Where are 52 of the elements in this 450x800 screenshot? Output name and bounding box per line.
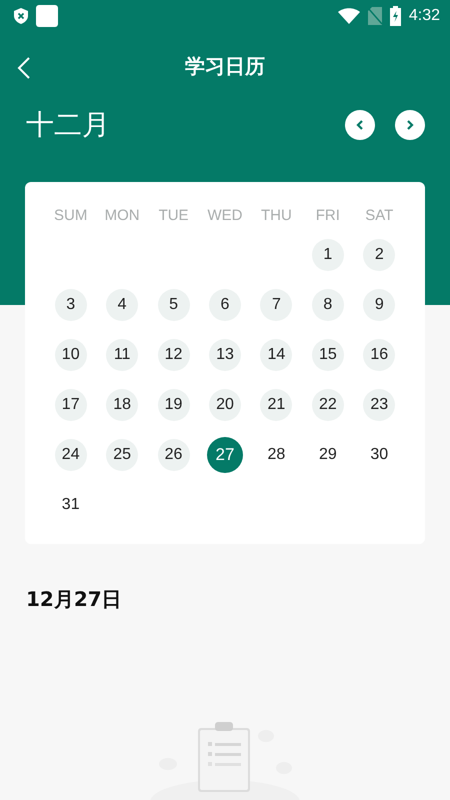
calendar-day[interactable]: 18 [106,389,138,421]
weekday-label: WED [206,206,244,224]
calendar-day[interactable]: 31 [54,489,87,521]
calendar-day[interactable]: 9 [363,289,396,321]
month-label: 十二月 [26,107,111,143]
calendar-day[interactable]: 10 [54,339,87,371]
battery-icon [390,6,401,26]
no-sim-icon [368,7,382,25]
status-time: 4:32 [408,7,440,25]
calendar-day[interactable]: 25 [106,439,138,471]
weekday-label: THU [260,206,293,224]
chevron-left-icon [355,119,365,131]
calendar-day[interactable]: 24 [54,439,87,471]
calendar-day[interactable]: 6 [208,289,241,321]
back-icon [17,56,31,80]
chevron-right-icon [405,119,415,131]
calendar-day[interactable]: 5 [158,289,190,321]
calendar-day[interactable]: 17 [54,389,87,421]
weekday-label: MON [104,206,141,224]
shield-icon [14,8,28,24]
calendar-day[interactable]: 2 [363,239,396,271]
calendar-day[interactable]: 1 [312,239,344,271]
weekday-label: FRI [314,206,341,224]
calendar-day[interactable]: 20 [208,389,241,421]
calendar-day[interactable]: 12 [158,339,190,371]
calendar-day[interactable]: 3 [54,289,87,321]
page-title: 学习日历 [185,52,265,80]
calendar-day[interactable]: 21 [260,389,292,421]
previous-month-button[interactable] [345,110,375,140]
calendar-day[interactable]: 16 [363,339,396,371]
calendar-day[interactable]: 22 [312,389,344,421]
calendar-day[interactable]: 30 [363,439,396,471]
calendar-day[interactable]: 8 [312,289,344,321]
calendar-day[interactable]: 23 [363,389,396,421]
weekday-label: SAT [364,206,394,224]
calendar-day[interactable]: 27 [206,437,243,473]
weekday-label: SUM [53,206,88,224]
calendar-day[interactable]: 28 [260,439,292,471]
selected-date: 12月27日 [26,586,123,613]
square-icon [36,5,58,27]
calendar-day[interactable]: 19 [158,389,190,421]
wifi-icon [338,8,360,24]
calendar-day[interactable]: 11 [106,339,138,371]
calendar-day[interactable]: 7 [260,289,292,321]
next-month-button[interactable] [395,110,425,140]
calendar-day[interactable]: 13 [208,339,241,371]
calendar-day[interactable]: 26 [158,439,190,471]
calendar-day[interactable]: 15 [312,339,344,371]
calendar-day[interactable]: 29 [312,439,344,471]
calendar-day[interactable]: 14 [260,339,292,371]
weekday-label: TUE [158,206,190,224]
calendar-day[interactable]: 4 [106,289,138,321]
